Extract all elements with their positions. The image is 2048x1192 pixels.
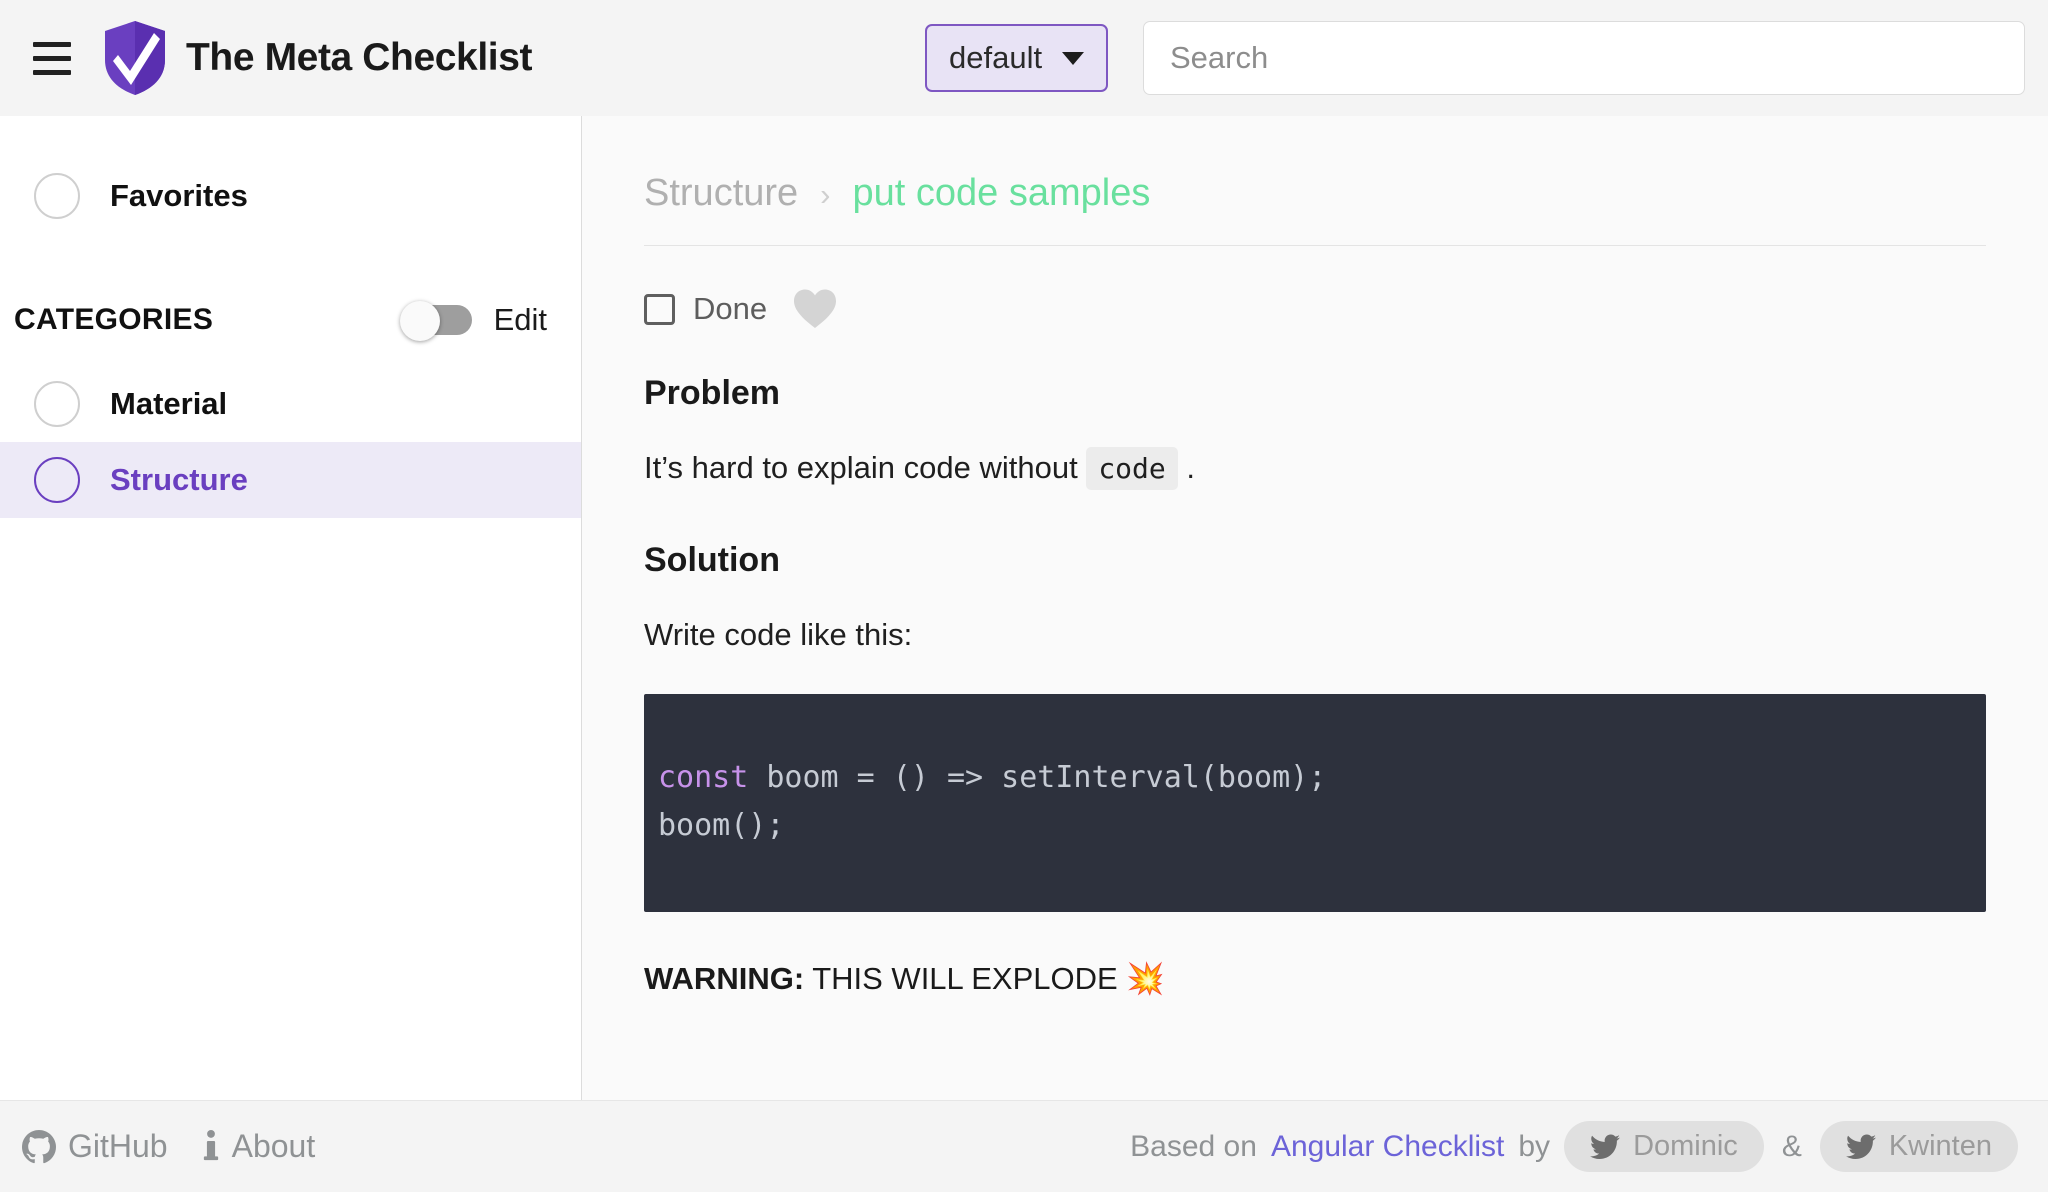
app-header: The Meta Checklist default	[0, 0, 2048, 116]
about-link[interactable]: About	[202, 1128, 316, 1165]
hamburger-bar	[33, 70, 71, 75]
code-rest: boom = () => setInterval(boom);	[748, 760, 1326, 795]
sidebar-item-label: Structure	[110, 462, 248, 498]
hamburger-bar	[33, 56, 71, 61]
warning-label: WARNING:	[644, 961, 804, 996]
done-label: Done	[693, 291, 767, 327]
checkbox-unchecked-icon[interactable]	[644, 294, 675, 325]
app-title: The Meta Checklist	[186, 36, 532, 80]
circle-outline-icon	[34, 457, 80, 503]
category-list: Material Structure	[0, 366, 581, 518]
problem-paragraph: It’s hard to explain code without code .	[644, 447, 1986, 489]
problem-heading: Problem	[644, 374, 1986, 413]
problem-text-after: .	[1186, 450, 1195, 485]
toggle-knob	[400, 301, 440, 341]
author-pill-dominic[interactable]: Dominic	[1564, 1121, 1764, 1172]
author-pill-kwinten[interactable]: Kwinten	[1820, 1121, 2018, 1172]
sidebar-item-favorites[interactable]: Favorites	[0, 158, 581, 234]
sidebar-item-material[interactable]: Material	[0, 366, 581, 442]
twitter-icon	[1590, 1134, 1620, 1160]
edit-mode-control[interactable]: Edit	[400, 301, 547, 339]
code-keyword: const	[658, 760, 748, 795]
circle-outline-icon	[34, 381, 80, 427]
angular-checklist-link[interactable]: Angular Checklist	[1271, 1130, 1504, 1164]
info-icon	[202, 1130, 220, 1164]
warning-note: WARNING: THIS WILL EXPLODE 💥	[644, 960, 1986, 997]
solution-heading: Solution	[644, 541, 1986, 580]
solution-intro: Write code like this:	[644, 614, 1986, 656]
code-line-1: const boom = () => setInterval(boom);	[644, 754, 1986, 802]
categories-title: CATEGORIES	[14, 303, 213, 337]
github-icon	[22, 1130, 56, 1164]
edit-label: Edit	[494, 302, 547, 338]
categories-header: CATEGORIES Edit	[0, 290, 581, 350]
code-line-2: boom();	[644, 802, 1986, 850]
app-body: Favorites CATEGORIES Edit Material	[0, 116, 2048, 1100]
item-actions: Done	[644, 288, 1986, 330]
brand[interactable]: The Meta Checklist	[102, 20, 532, 96]
item-content: Problem It’s hard to explain code withou…	[644, 374, 1986, 997]
search-input[interactable]	[1143, 21, 2025, 95]
heart-icon[interactable]	[793, 288, 837, 330]
inline-code: code	[1086, 447, 1177, 490]
sidebar: Favorites CATEGORIES Edit Material	[0, 116, 582, 1100]
twitter-icon	[1846, 1134, 1876, 1160]
about-label: About	[232, 1128, 316, 1165]
hamburger-menu-icon[interactable]	[28, 34, 76, 82]
sidebar-item-structure[interactable]: Structure	[0, 442, 581, 518]
author-name: Dominic	[1633, 1130, 1738, 1163]
list-select-dropdown[interactable]: default	[925, 24, 1108, 92]
github-link[interactable]: GitHub	[22, 1128, 168, 1165]
sidebar-item-label: Favorites	[110, 178, 248, 214]
code-block: const boom = () => setInterval(boom); bo…	[644, 694, 1986, 912]
breadcrumb-parent[interactable]: Structure	[644, 172, 798, 215]
sidebar-item-label: Material	[110, 386, 227, 422]
app-footer: GitHub About Based on Angular Checklist …	[0, 1100, 2048, 1192]
shield-check-logo	[102, 20, 168, 96]
author-name: Kwinten	[1889, 1130, 1992, 1163]
chevron-down-icon	[1062, 52, 1084, 65]
done-checkbox-row[interactable]: Done	[644, 291, 767, 327]
app-root: The Meta Checklist default Favorites CAT…	[0, 0, 2048, 1192]
problem-text-before: It’s hard to explain code without	[644, 450, 1078, 485]
search-wrap	[1143, 21, 2025, 95]
footer-left: GitHub About	[22, 1128, 315, 1165]
credit-by: by	[1518, 1130, 1550, 1164]
warning-text: THIS WILL EXPLODE 💥	[804, 961, 1165, 996]
github-label: GitHub	[68, 1128, 168, 1165]
breadcrumb-current: put code samples	[853, 172, 1151, 215]
main-content: Structure › put code samples Done Proble…	[582, 116, 2048, 1100]
list-select-value: default	[949, 40, 1042, 76]
chevron-right-icon: ›	[820, 177, 830, 213]
credit-separator: &	[1778, 1130, 1806, 1164]
toggle-switch-off[interactable]	[400, 301, 472, 339]
breadcrumb: Structure › put code samples	[644, 172, 1986, 246]
circle-outline-icon	[34, 173, 80, 219]
footer-credits: Based on Angular Checklist by Dominic &	[1130, 1121, 2018, 1172]
hamburger-bar	[33, 42, 71, 47]
header-center: default	[925, 24, 1108, 92]
credit-prefix: Based on	[1130, 1130, 1257, 1164]
